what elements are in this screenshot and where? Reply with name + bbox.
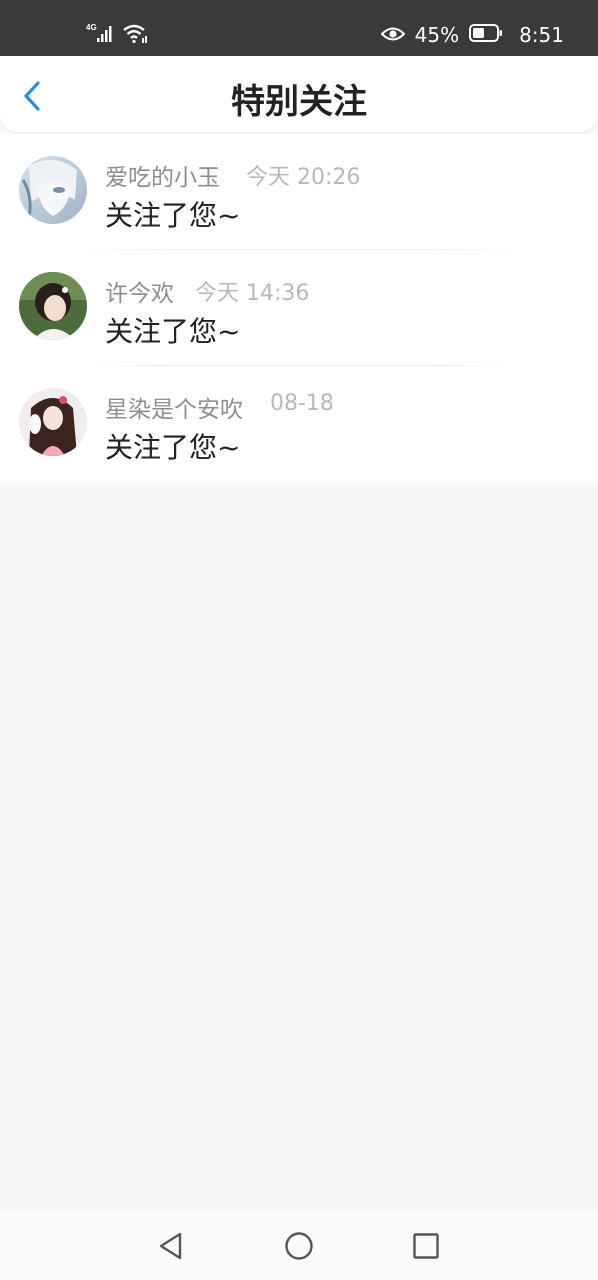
clock: 8:51 bbox=[519, 23, 564, 47]
notification-message: 关注了您~ bbox=[105, 199, 241, 232]
notification-message: 关注了您~ bbox=[105, 431, 241, 464]
timestamp: 今天 14:36 bbox=[195, 281, 310, 306]
battery-percent: 45% bbox=[414, 23, 460, 47]
system-nav-bar bbox=[0, 1212, 598, 1280]
eye-icon bbox=[380, 23, 406, 47]
follower-name[interactable]: 许今欢 bbox=[105, 274, 174, 308]
nav-back-icon[interactable] bbox=[156, 1231, 186, 1265]
list-item[interactable]: 星染是个安吹 08-18 关注了您~ bbox=[0, 366, 598, 482]
nav-home-icon[interactable] bbox=[284, 1231, 314, 1265]
follower-name[interactable]: 星染是个安吹 bbox=[105, 390, 243, 424]
timestamp: 今天 20:26 bbox=[246, 165, 361, 190]
nav-recents-icon[interactable] bbox=[412, 1232, 440, 1264]
notification-message: 关注了您~ bbox=[105, 315, 241, 348]
follower-name[interactable]: 爱吃的小玉 bbox=[105, 158, 220, 192]
wifi-icon bbox=[122, 24, 148, 48]
list-item[interactable]: 爱吃的小玉 今天 20:26 关注了您~ bbox=[0, 134, 598, 250]
timestamp: 08-18 bbox=[270, 391, 334, 416]
page-header: 特别关注 bbox=[0, 56, 598, 132]
avatar[interactable] bbox=[19, 156, 87, 224]
signal-icon: 4G bbox=[86, 22, 118, 48]
avatar[interactable] bbox=[19, 388, 87, 456]
follow-notification-list: 爱吃的小玉 今天 20:26 关注了您~ 许今欢 今天 14:36 关注了您~ bbox=[0, 134, 598, 482]
status-bar: 4G 45% 8:51 bbox=[0, 0, 598, 56]
avatar[interactable] bbox=[19, 272, 87, 340]
network-type-label: 4G bbox=[86, 23, 97, 32]
battery-icon bbox=[469, 23, 503, 47]
list-item[interactable]: 许今欢 今天 14:36 关注了您~ bbox=[0, 250, 598, 366]
page-title: 特别关注 bbox=[231, 82, 367, 122]
